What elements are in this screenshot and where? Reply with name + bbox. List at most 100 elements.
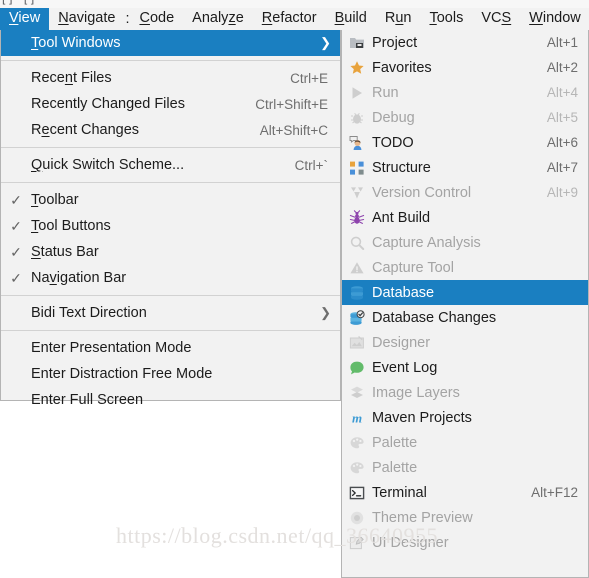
palette-icon [342, 460, 372, 476]
tool-window-item-label: Database Changes [372, 309, 497, 326]
view-menu-item-shortcut: Ctrl+E [290, 70, 328, 86]
tool-window-item-todo[interactable]: TODO Alt+6 [342, 130, 588, 155]
view-menu-item-label: Quick Switch Scheme... [31, 157, 185, 173]
image-layers-icon [342, 385, 372, 401]
menu-bar-item-refactor[interactable]: Refactor [253, 8, 326, 30]
screenshot-root: [ ] - [ ] ViewNavigate:CodeAnalyzeRefact… [0, 0, 589, 578]
view-menu-item-recently-changed-files[interactable]: Recently Changed Files Ctrl+Shift+E [1, 91, 340, 117]
view-menu-item-navigation-bar[interactable]: ✓ Navigation Bar [1, 265, 340, 291]
run-play-icon [342, 85, 372, 101]
tool-window-item-database-changes[interactable]: Database Changes [342, 305, 588, 330]
tool-window-item-structure[interactable]: Structure Alt+7 [342, 155, 588, 180]
menu-bar-item-label: Analyze [192, 10, 244, 26]
submenu-arrow-icon: ❯ [320, 35, 331, 50]
theme-preview-icon [342, 510, 372, 526]
tool-window-item-label: Project [372, 34, 418, 51]
view-menu-item-tool-windows[interactable]: Tool Windows ❯ [1, 30, 340, 56]
version-control-icon [342, 185, 372, 201]
tool-window-item-version-control: Version Control Alt+9 [342, 180, 588, 205]
menu-bar-item-label: Code [139, 10, 175, 26]
view-menu-item-quick-switch-scheme[interactable]: Quick Switch Scheme... Ctrl+` [1, 152, 340, 178]
view-menu-item-enter-presentation-mode[interactable]: Enter Presentation Mode [1, 335, 340, 361]
view-menu-item-label: Tool Windows [31, 35, 121, 51]
view-menu-item-shortcut: Ctrl+Shift+E [255, 96, 328, 112]
view-menu-item-status-bar[interactable]: ✓ Status Bar [1, 239, 340, 265]
menu-bar-item-tools[interactable]: Tools [420, 8, 472, 30]
menu-bar-item-label: Navigate [58, 10, 116, 26]
view-menu-item-label: Enter Presentation Mode [31, 340, 192, 356]
menu-bar-item-view[interactable]: View [0, 8, 50, 30]
view-menu-item-label: Navigation Bar [31, 270, 127, 286]
tool-window-item-label: Structure [372, 159, 431, 176]
view-menu-item-label: Toolbar [31, 192, 79, 208]
tool-windows-submenu: Project Alt+1 Favorites Alt+2 Run Alt+4 Debug A… [341, 30, 589, 578]
view-dropdown-menu: Tool Windows ❯ Recent Files Ctrl+E Recently … [0, 30, 341, 408]
view-menu-item-enter-full-screen[interactable]: Enter Full Screen [1, 387, 340, 413]
tool-window-item-shortcut: Alt+6 [546, 135, 578, 150]
debug-bug-icon [342, 110, 372, 126]
tool-window-item-shortcut: Alt+2 [546, 60, 578, 75]
menu-separator [1, 182, 340, 183]
tool-window-item-label: Capture Analysis [372, 234, 481, 251]
tool-window-item-maven-projects[interactable]: m Maven Projects [342, 405, 588, 430]
view-menu-item-label: Recent Files [31, 70, 112, 86]
star-icon [342, 60, 372, 76]
event-log-icon [342, 360, 372, 376]
tool-window-item-favorites[interactable]: Favorites Alt+2 [342, 55, 588, 80]
tool-window-item-database[interactable]: Database [342, 280, 588, 305]
view-menu-item-bidi-text-direction[interactable]: Bidi Text Direction ❯ [1, 300, 340, 326]
menu-bar-item-analyze[interactable]: Analyze [183, 8, 253, 30]
view-menu-item-shortcut: Ctrl+` [294, 157, 328, 173]
tool-window-item-shortcut: Alt+7 [546, 160, 578, 175]
designer-icon [342, 335, 372, 351]
menu-bar-item-vcs[interactable]: VCS [472, 8, 520, 30]
menu-bar-item-label: Refactor [261, 10, 317, 26]
tool-window-item-event-log[interactable]: Event Log [342, 355, 588, 380]
tool-window-item-image-layers: Image Layers [342, 380, 588, 405]
tool-window-item-label: Capture Tool [372, 259, 454, 276]
todo-person-icon [342, 135, 372, 151]
menu-separator [1, 60, 340, 61]
view-menu-item-tool-buttons[interactable]: ✓ Tool Buttons [1, 213, 340, 239]
view-menu-item-enter-distraction-free-mode[interactable]: Enter Distraction Free Mode [1, 361, 340, 387]
view-menu-item-label: Status Bar [31, 244, 99, 260]
menu-bar-item-build[interactable]: Build [326, 8, 376, 30]
menu-bar-item-window[interactable]: Window [520, 8, 589, 30]
tool-window-item-label: Run [372, 84, 399, 101]
view-menu-item-toolbar[interactable]: ✓ Toolbar [1, 187, 340, 213]
tool-window-item-project[interactable]: Project Alt+1 [342, 30, 588, 55]
magnifier-icon [342, 235, 372, 251]
view-menu-item-recent-files[interactable]: Recent Files Ctrl+E [1, 65, 340, 91]
menu-bar: View Navigate: Code Analyze Refactor Build Run… [0, 8, 589, 30]
menu-bar-item-run[interactable]: Run [376, 8, 421, 30]
submenu-arrow-icon: ❯ [320, 305, 331, 320]
tool-window-item-label: Palette [372, 434, 418, 451]
warning-triangle-icon [342, 260, 372, 276]
view-menu-item-label: Tool Buttons [31, 218, 111, 234]
checkmark-icon: ✓ [10, 269, 22, 286]
tool-window-item-debug: Debug Alt+5 [342, 105, 588, 130]
tool-window-item-run: Run Alt+4 [342, 80, 588, 105]
tool-window-item-label: Theme Preview [372, 509, 473, 526]
tool-window-item-label: Database [372, 284, 435, 301]
menu-bar-item-code[interactable]: Code [130, 8, 183, 30]
tool-window-item-ui-designer: UI Designer [342, 530, 588, 555]
tool-window-item-ant-build[interactable]: Ant Build [342, 205, 588, 230]
tool-window-item-palette: Palette [342, 455, 588, 480]
tool-window-item-shortcut: Alt+1 [546, 35, 578, 50]
window-titlebar-strip: [ ] - [ ] [0, 0, 589, 8]
tool-window-item-terminal[interactable]: Terminal Alt+F12 [342, 480, 588, 505]
ui-designer-icon [342, 535, 372, 551]
terminal-icon [342, 485, 372, 501]
checkmark-icon: ✓ [10, 191, 22, 208]
svg-text:m: m [352, 410, 362, 425]
menu-bar-item-navigate[interactable]: Navigate [49, 8, 124, 30]
view-menu-item-label: Bidi Text Direction [31, 305, 147, 321]
structure-icon [342, 160, 372, 176]
view-menu-item-recent-changes[interactable]: Recent Changes Alt+Shift+C [1, 117, 340, 143]
tool-window-item-shortcut: Alt+F12 [531, 485, 578, 500]
project-icon [342, 35, 372, 51]
window-title-ghost: [ ] - [ ] [2, 0, 34, 5]
tool-window-item-label: Version Control [372, 184, 472, 201]
maven-icon: m [342, 410, 372, 426]
